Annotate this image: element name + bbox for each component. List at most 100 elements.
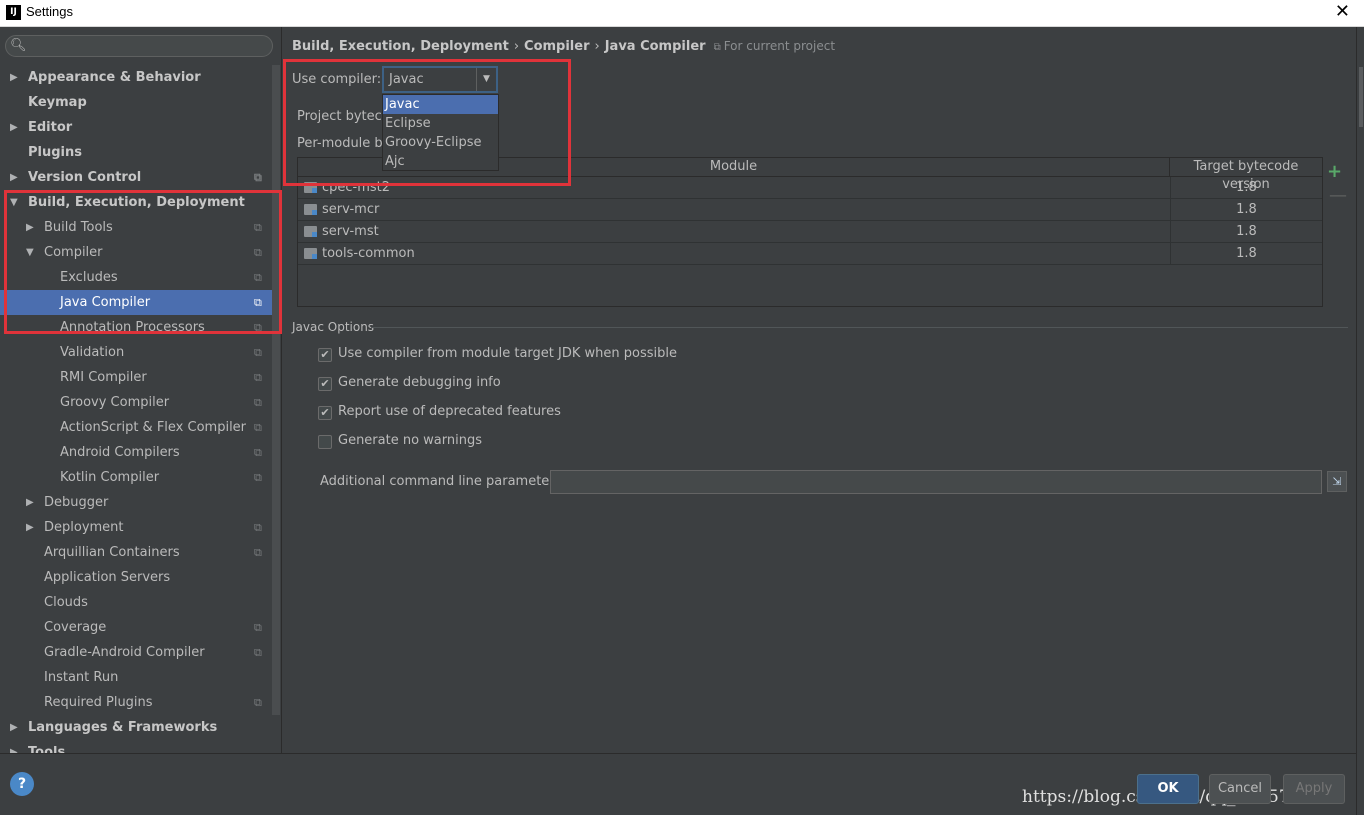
table-row[interactable]: tools-common 1.8: [298, 243, 1322, 265]
title-bar: IJ Settings ✕: [0, 0, 1364, 27]
sidebar-item-gradle-android-compiler[interactable]: Gradle-Android Compiler ⧉: [0, 640, 272, 665]
sidebar-item-compiler[interactable]: ▼ Compiler ⧉: [0, 240, 272, 265]
window-edge-scrollbar: [1356, 27, 1364, 815]
sidebar-item-tools[interactable]: ▶ Tools: [0, 740, 272, 753]
compiler-select[interactable]: Javac ▼: [382, 66, 498, 93]
sidebar-scrollbar[interactable]: [272, 65, 280, 715]
javac-options-title: Javac Options: [292, 320, 375, 334]
sidebar-item-actionscript-flex-compiler[interactable]: ActionScript & Flex Compiler ⧉: [0, 415, 272, 440]
chevron-right-icon[interactable]: ▶: [10, 165, 18, 190]
project-scope-icon: ⧉: [713, 42, 721, 53]
additional-params-label: Additional command line parameters:: [320, 474, 566, 489]
sidebar-item-build-execution-deployment[interactable]: ▼ Build, Execution, Deployment: [0, 190, 272, 215]
module-target-version[interactable]: 1.8: [1170, 199, 1322, 221]
sidebar-item-label: Build Tools: [44, 220, 113, 235]
sidebar-item-rmi-compiler[interactable]: RMI Compiler ⧉: [0, 365, 272, 390]
sidebar-item-label: Application Servers: [44, 570, 171, 585]
sidebar-item-label: RMI Compiler: [60, 370, 147, 385]
module-target-version[interactable]: 1.8: [1170, 177, 1322, 199]
sidebar-item-application-servers[interactable]: Application Servers: [0, 565, 272, 590]
help-icon[interactable]: ?: [10, 772, 34, 796]
checkbox-checked[interactable]: ✔: [318, 406, 332, 420]
close-icon[interactable]: ✕: [1335, 1, 1350, 22]
breadcrumb-build: Build, Execution, Deployment: [292, 39, 509, 54]
sidebar-item-plugins[interactable]: Plugins: [0, 140, 272, 165]
ok-button[interactable]: OK: [1137, 774, 1199, 804]
module-folder-icon: [304, 248, 317, 259]
table-row[interactable]: cpec-mst2 1.8: [298, 177, 1322, 199]
compiler-option-ajc[interactable]: Ajc: [383, 152, 498, 171]
chevron-right-icon[interactable]: ▶: [10, 740, 18, 753]
module-target-version[interactable]: 1.8: [1170, 243, 1322, 265]
sidebar-item-debugger[interactable]: ▶ Debugger: [0, 490, 272, 515]
sidebar-item-label: Excludes: [60, 270, 118, 285]
remove-module-icon[interactable]: —: [1329, 185, 1347, 206]
compiler-option-javac[interactable]: Javac: [383, 95, 498, 114]
checkbox-checked[interactable]: ✔: [318, 377, 332, 391]
compiler-dropdown-list: Javac Eclipse Groovy-Eclipse Ajc: [382, 94, 499, 171]
apply-button[interactable]: Apply: [1283, 774, 1345, 804]
chevron-right-icon[interactable]: ▶: [26, 490, 34, 515]
column-header-target-version[interactable]: Target bytecode version: [1170, 158, 1322, 192]
sidebar-item-android-compilers[interactable]: Android Compilers ⧉: [0, 440, 272, 465]
sidebar-item-label: Clouds: [44, 595, 88, 610]
sidebar-item-version-control[interactable]: ▶ Version Control ⧉: [0, 165, 272, 190]
sidebar-item-editor[interactable]: ▶ Editor: [0, 115, 272, 140]
compiler-option-eclipse[interactable]: Eclipse: [383, 114, 498, 133]
chevron-down-icon[interactable]: ▼: [26, 240, 34, 265]
sidebar-item-required-plugins[interactable]: Required Plugins ⧉: [0, 690, 272, 715]
sidebar-item-coverage[interactable]: Coverage ⧉: [0, 615, 272, 640]
sidebar-item-label: Languages & Frameworks: [28, 720, 218, 735]
table-row[interactable]: serv-mcr 1.8: [298, 199, 1322, 221]
sidebar-item-instant-run[interactable]: Instant Run: [0, 665, 272, 690]
per-module-bytecode-label: Per-module by: [297, 136, 391, 151]
sidebar-item-clouds[interactable]: Clouds: [0, 590, 272, 615]
chevron-down-icon[interactable]: ▼: [476, 68, 496, 91]
sidebar-item-appearance-behavior[interactable]: ▶ Appearance & Behavior: [0, 65, 272, 90]
settings-search-field[interactable]: 🔍︎: [5, 35, 273, 57]
sidebar-item-label: Kotlin Compiler: [60, 470, 160, 485]
chevron-right-icon[interactable]: ▶: [26, 515, 34, 540]
compiler-option-groovy-eclipse[interactable]: Groovy-Eclipse: [383, 133, 498, 152]
chevron-right-icon[interactable]: ▶: [10, 65, 18, 90]
module-name: serv-mst: [322, 224, 379, 239]
table-row[interactable]: serv-mst 1.8: [298, 221, 1322, 243]
module-name: cpec-mst2: [322, 180, 391, 195]
dialog-footer: ? https://blog.csdn.net/qq_37257657 OK C…: [0, 753, 1356, 815]
sidebar-item-groovy-compiler[interactable]: Groovy Compiler ⧉: [0, 390, 272, 415]
project-scope-icon: ⧉: [254, 446, 262, 459]
sidebar-item-label: Editor: [28, 120, 73, 135]
sidebar-item-label: Debugger: [44, 495, 109, 510]
cancel-button[interactable]: Cancel: [1209, 774, 1271, 804]
module-target-version[interactable]: 1.8: [1170, 221, 1322, 243]
chevron-down-icon[interactable]: ▼: [10, 190, 18, 215]
sidebar-item-label: Instant Run: [44, 670, 119, 685]
breadcrumb-java-compiler: Java Compiler: [604, 39, 706, 54]
window-title: Settings: [26, 4, 73, 19]
breadcrumb-separator: ›: [513, 39, 520, 54]
sidebar-item-validation[interactable]: Validation ⧉: [0, 340, 272, 365]
project-scope-icon: ⧉: [254, 371, 262, 384]
sidebar-item-keymap[interactable]: Keymap: [0, 90, 272, 115]
project-scope-note: ⧉ For current project: [714, 39, 835, 53]
chevron-right-icon[interactable]: ▶: [26, 215, 34, 240]
sidebar-item-annotation-processors[interactable]: Annotation Processors ⧉: [0, 315, 272, 340]
checkbox-checked[interactable]: ✔: [318, 348, 332, 362]
additional-params-input[interactable]: [550, 470, 1322, 494]
chevron-right-icon[interactable]: ▶: [10, 115, 18, 140]
sidebar-item-java-compiler[interactable]: Java Compiler ⧉: [0, 290, 272, 315]
expand-editor-icon[interactable]: ⇲: [1327, 471, 1347, 492]
sidebar-item-languages-frameworks[interactable]: ▶ Languages & Frameworks: [0, 715, 272, 740]
sidebar-item-excludes[interactable]: Excludes ⧉: [0, 265, 272, 290]
project-scope-icon: ⧉: [254, 296, 262, 309]
scrollbar-thumb[interactable]: [1359, 67, 1363, 127]
project-scope-icon: ⧉: [254, 246, 262, 259]
checkbox-unchecked[interactable]: [318, 435, 332, 449]
chevron-right-icon[interactable]: ▶: [10, 715, 18, 740]
sidebar-item-deployment[interactable]: ▶ Deployment ⧉: [0, 515, 272, 540]
sidebar-item-arquillian-containers[interactable]: Arquillian Containers ⧉: [0, 540, 272, 565]
use-compiler-label: Use compiler:: [292, 72, 382, 87]
sidebar-item-kotlin-compiler[interactable]: Kotlin Compiler ⧉: [0, 465, 272, 490]
add-module-icon[interactable]: +: [1327, 161, 1342, 182]
sidebar-item-build-tools[interactable]: ▶ Build Tools ⧉: [0, 215, 272, 240]
